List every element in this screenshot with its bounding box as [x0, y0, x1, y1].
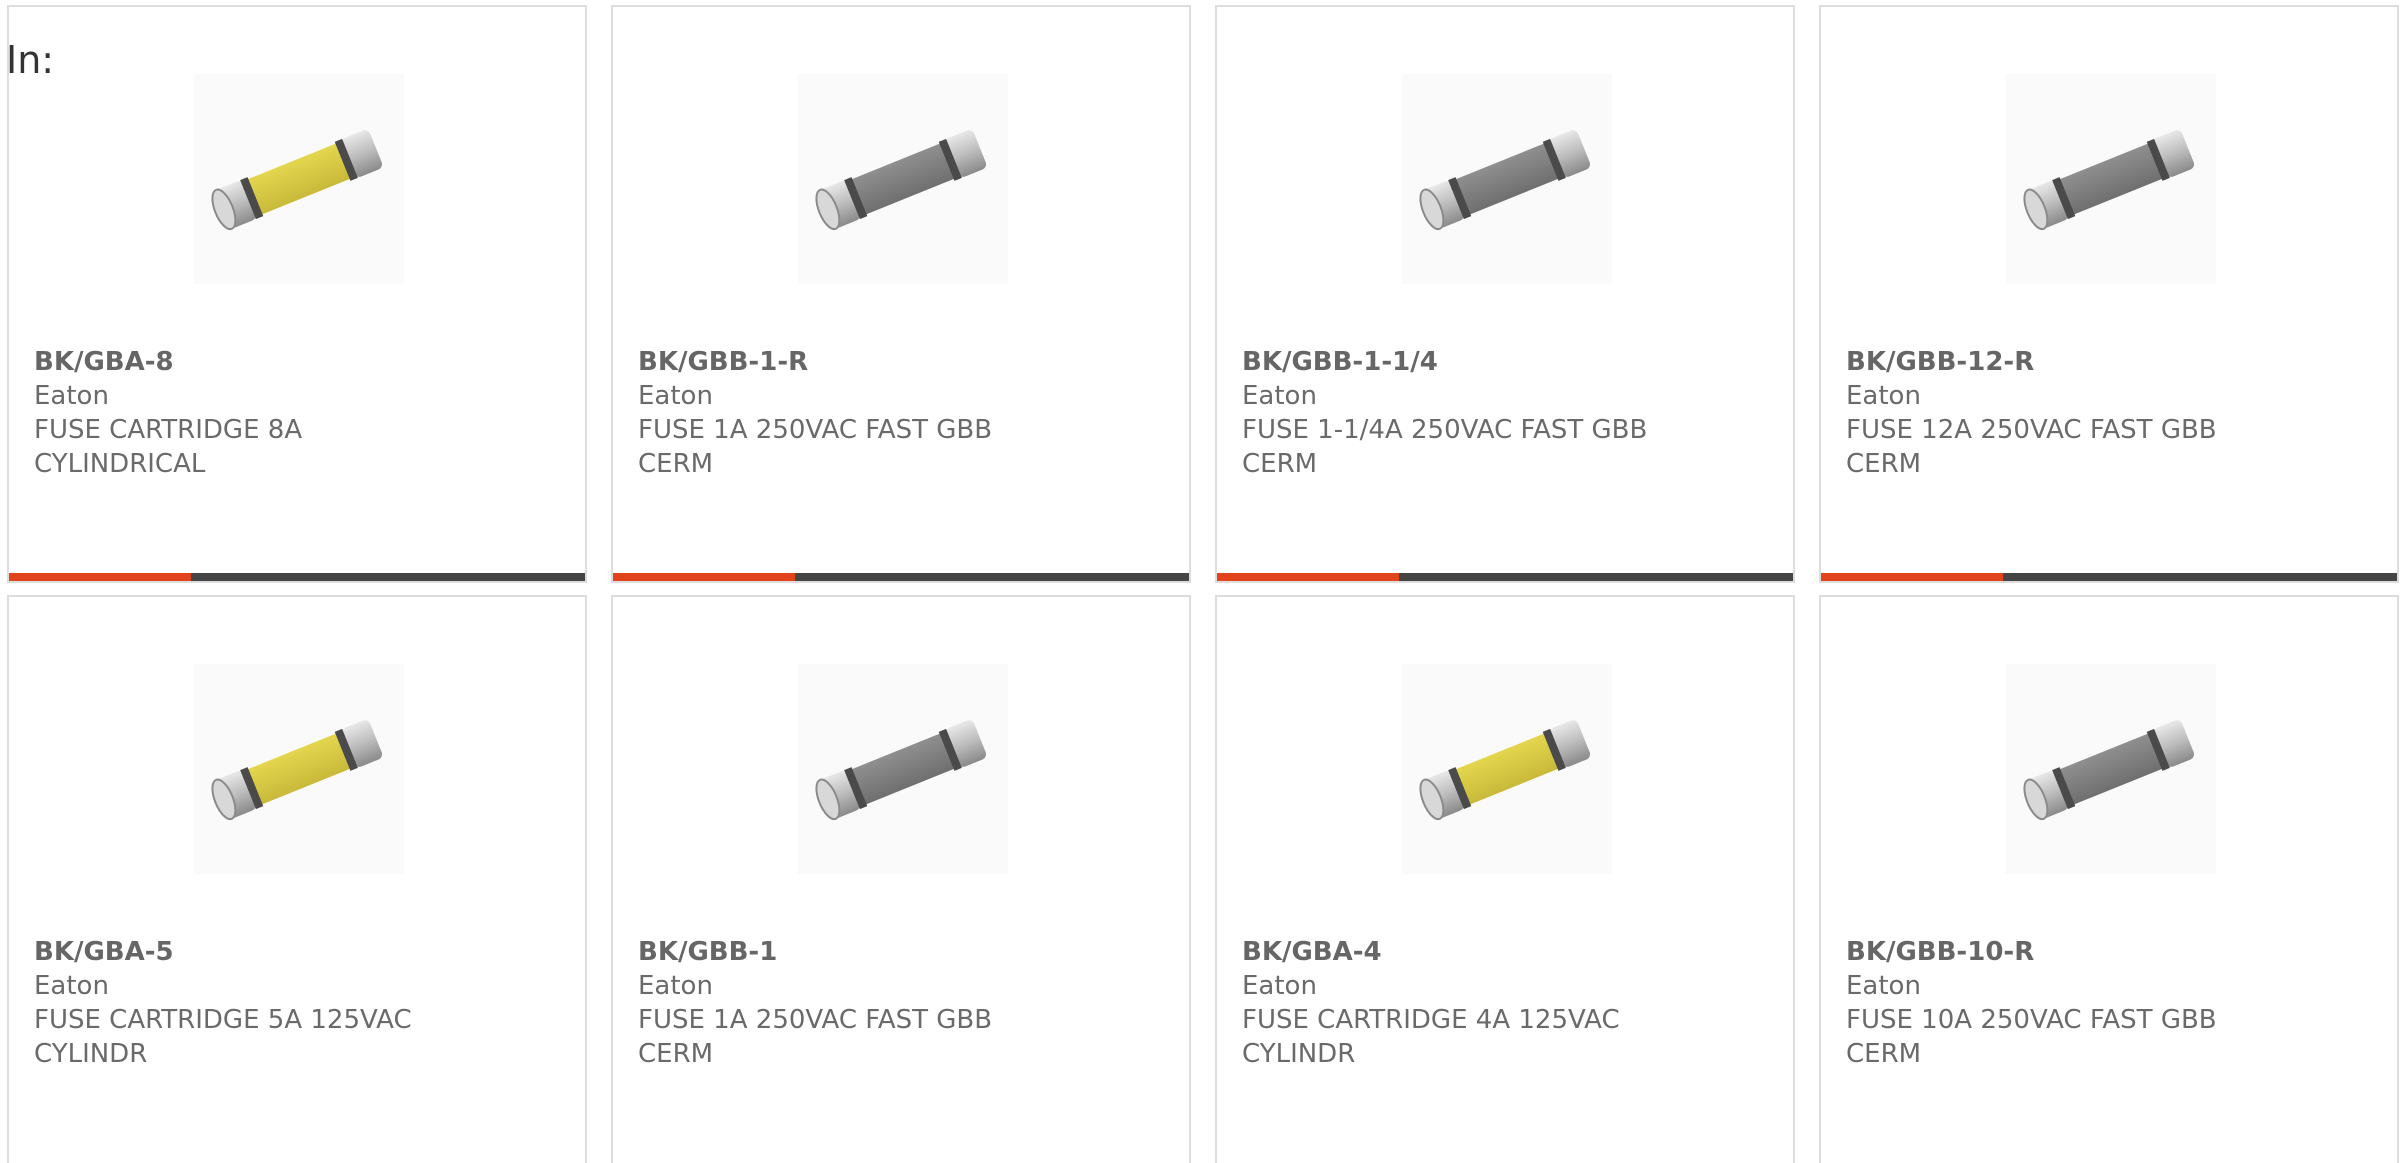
fuse-image[interactable]: [1402, 74, 1612, 284]
manufacturer: Eaton: [638, 381, 713, 411]
product-info: BK/GBA-8 Eaton FUSE CARTRIDGE 8A CYLINDR…: [34, 345, 454, 481]
product-info: BK/GBB-10-R Eaton FUSE 10A 250VAC FAST G…: [1846, 935, 2266, 1071]
product-card[interactable]: BK/GBA-8 Eaton FUSE CARTRIDGE 8A CYLINDR…: [7, 5, 587, 583]
product-description: FUSE CARTRIDGE 4A 125VAC CYLINDR: [1242, 1005, 1620, 1069]
manufacturer: Eaton: [34, 971, 109, 1001]
fuse-icon: [211, 720, 383, 821]
fuse-image[interactable]: [798, 664, 1008, 874]
product-info: BK/GBA-5 Eaton FUSE CARTRIDGE 5A 125VAC …: [34, 935, 454, 1071]
product-card[interactable]: BK/GBB-12-R Eaton FUSE 12A 250VAC FAST G…: [1819, 5, 2399, 583]
product-info: BK/GBA-4 Eaton FUSE CARTRIDGE 4A 125VAC …: [1242, 935, 1662, 1071]
product-info: BK/GBB-1-R Eaton FUSE 1A 250VAC FAST GBB…: [638, 345, 1058, 481]
manufacturer: Eaton: [1242, 971, 1317, 1001]
product-card[interactable]: BK/GBB-1-R Eaton FUSE 1A 250VAC FAST GBB…: [611, 5, 1191, 583]
manufacturer: Eaton: [1242, 381, 1317, 411]
product-description: FUSE CARTRIDGE 5A 125VAC CYLINDR: [34, 1005, 412, 1069]
part-number[interactable]: BK/GBB-10-R: [1846, 935, 2266, 969]
card-accent-highlight: [1217, 573, 1399, 581]
product-description: FUSE 1-1/4A 250VAC FAST GBB CERM: [1242, 415, 1648, 479]
fuse-image[interactable]: [2006, 74, 2216, 284]
manufacturer: Eaton: [1846, 971, 1921, 1001]
product-card[interactable]: BK/GBB-1 Eaton FUSE 1A 250VAC FAST GBB C…: [611, 595, 1191, 1163]
fuse-image[interactable]: [194, 664, 404, 874]
card-accent-bar: [1821, 573, 2397, 581]
product-description: FUSE 10A 250VAC FAST GBB CERM: [1846, 1005, 2217, 1069]
fuse-icon: [1419, 720, 1591, 821]
product-info: BK/GBB-12-R Eaton FUSE 12A 250VAC FAST G…: [1846, 345, 2266, 481]
card-accent-bar: [1217, 573, 1793, 581]
part-number[interactable]: BK/GBA-8: [34, 345, 454, 379]
fuse-icon: [2023, 130, 2195, 231]
product-card[interactable]: BK/GBB-10-R Eaton FUSE 10A 250VAC FAST G…: [1819, 595, 2399, 1163]
product-description: FUSE 1A 250VAC FAST GBB CERM: [638, 1005, 993, 1069]
card-accent-highlight: [9, 573, 191, 581]
card-accent-bar: [9, 573, 585, 581]
fuse-icon: [815, 720, 987, 821]
manufacturer: Eaton: [34, 381, 109, 411]
product-grid: BK/GBA-8 Eaton FUSE CARTRIDGE 8A CYLINDR…: [7, 5, 2400, 1163]
product-info: BK/GBB-1 Eaton FUSE 1A 250VAC FAST GBB C…: [638, 935, 1058, 1071]
product-description: FUSE CARTRIDGE 8A CYLINDRICAL: [34, 415, 303, 479]
manufacturer: Eaton: [638, 971, 713, 1001]
part-number[interactable]: BK/GBB-1: [638, 935, 1058, 969]
manufacturer: Eaton: [1846, 381, 1921, 411]
filter-label: In:: [6, 38, 55, 82]
card-accent-highlight: [1821, 573, 2003, 581]
fuse-image[interactable]: [2006, 664, 2216, 874]
product-description: FUSE 1A 250VAC FAST GBB CERM: [638, 415, 993, 479]
part-number[interactable]: BK/GBB-1-1/4: [1242, 345, 1662, 379]
part-number[interactable]: BK/GBA-4: [1242, 935, 1662, 969]
product-card[interactable]: BK/GBA-5 Eaton FUSE CARTRIDGE 5A 125VAC …: [7, 595, 587, 1163]
product-card[interactable]: BK/GBB-1-1/4 Eaton FUSE 1-1/4A 250VAC FA…: [1215, 5, 1795, 583]
fuse-image[interactable]: [194, 74, 404, 284]
fuse-image[interactable]: [1402, 664, 1612, 874]
fuse-icon: [2023, 720, 2195, 821]
product-description: FUSE 12A 250VAC FAST GBB CERM: [1846, 415, 2217, 479]
fuse-icon: [211, 130, 383, 231]
product-card[interactable]: BK/GBA-4 Eaton FUSE CARTRIDGE 4A 125VAC …: [1215, 595, 1795, 1163]
part-number[interactable]: BK/GBA-5: [34, 935, 454, 969]
fuse-icon: [1419, 130, 1591, 231]
card-accent-bar: [613, 573, 1189, 581]
card-accent-highlight: [613, 573, 795, 581]
part-number[interactable]: BK/GBB-1-R: [638, 345, 1058, 379]
part-number[interactable]: BK/GBB-12-R: [1846, 345, 2266, 379]
product-info: BK/GBB-1-1/4 Eaton FUSE 1-1/4A 250VAC FA…: [1242, 345, 1662, 481]
fuse-image[interactable]: [798, 74, 1008, 284]
fuse-icon: [815, 130, 987, 231]
